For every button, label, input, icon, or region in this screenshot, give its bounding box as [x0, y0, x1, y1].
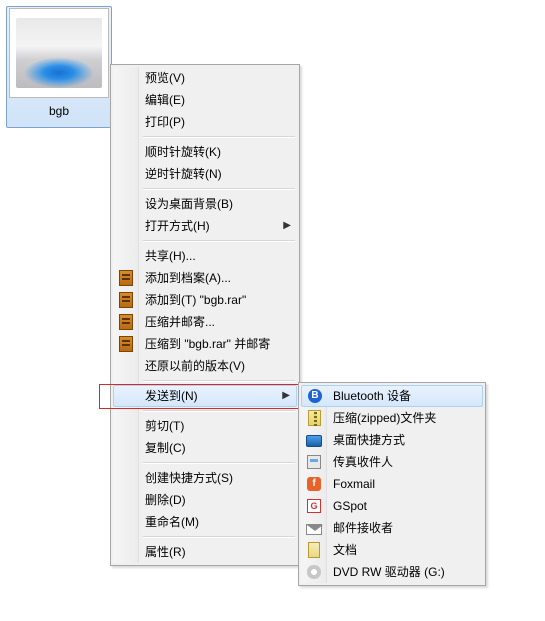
sendto-item-zip[interactable]: 压缩(zipped)文件夹	[301, 407, 483, 429]
menu-item-share[interactable]: 共享(H)...	[113, 245, 297, 267]
menu-separator	[143, 188, 295, 190]
menu-item-label: 属性(R)	[145, 545, 186, 559]
menu-item-label: 压缩(zipped)文件夹	[333, 411, 436, 425]
submenu-arrow-icon: ▶	[283, 215, 291, 237]
zip-icon	[305, 409, 323, 427]
menu-item-label: 共享(H)...	[145, 249, 196, 263]
sendto-item-fax[interactable]: 传真收件人	[301, 451, 483, 473]
menu-item-label: 复制(C)	[145, 441, 186, 455]
menu-item-label: 设为桌面背景(B)	[145, 197, 233, 211]
menu-item-label: 邮件接收者	[333, 521, 393, 535]
menu-item-shortcut[interactable]: 创建快捷方式(S)	[113, 467, 297, 489]
menu-item-rar-add-named[interactable]: 添加到(T) "bgb.rar"	[113, 289, 297, 311]
rar-icon	[117, 313, 135, 331]
menu-item-rar-add[interactable]: 添加到档案(A)...	[113, 267, 297, 289]
menu-separator	[143, 380, 295, 382]
menu-item-label: 剪切(T)	[145, 419, 184, 433]
rar-icon	[117, 291, 135, 309]
menu-item-label: 编辑(E)	[145, 93, 185, 107]
sendto-item-dvdrw[interactable]: DVD RW 驱动器 (G:)	[301, 561, 483, 583]
desk-icon	[305, 431, 323, 449]
sendto-item-gspot[interactable]: G GSpot	[301, 495, 483, 517]
menu-item-label: 文档	[333, 543, 357, 557]
menu-item-copy[interactable]: 复制(C)	[113, 437, 297, 459]
mail-icon	[305, 519, 323, 537]
menu-item-send-to[interactable]: 发送到(N) ▶	[113, 385, 297, 407]
rar-icon	[117, 269, 135, 287]
menu-item-label: 还原以前的版本(V)	[145, 359, 245, 373]
menu-item-label: 添加到(T) "bgb.rar"	[145, 293, 246, 307]
menu-item-label: 顺时针旋转(K)	[145, 145, 221, 159]
menu-item-label: 传真收件人	[333, 455, 393, 469]
menu-item-label: Bluetooth 设备	[333, 389, 411, 403]
menu-item-label: DVD RW 驱动器 (G:)	[333, 565, 445, 579]
rar-icon	[117, 335, 135, 353]
menu-item-rar-email-named[interactable]: 压缩到 "bgb.rar" 并邮寄	[113, 333, 297, 355]
menu-separator	[143, 536, 295, 538]
menu-item-label: 桌面快捷方式	[333, 433, 405, 447]
menu-item-label: 逆时针旋转(N)	[145, 167, 222, 181]
menu-item-label: 预览(V)	[145, 71, 185, 85]
menu-item-print[interactable]: 打印(P)	[113, 111, 297, 133]
menu-item-label: GSpot	[333, 499, 367, 513]
menu-item-rar-email[interactable]: 压缩并邮寄...	[113, 311, 297, 333]
menu-item-prev-versions[interactable]: 还原以前的版本(V)	[113, 355, 297, 377]
menu-item-properties[interactable]: 属性(R)	[113, 541, 297, 563]
menu-item-label: 压缩并邮寄...	[145, 315, 215, 329]
dvd-icon	[305, 563, 323, 581]
menu-separator	[143, 240, 295, 242]
menu-separator	[143, 136, 295, 138]
sendto-item-documents[interactable]: 文档	[301, 539, 483, 561]
submenu-arrow-icon: ▶	[282, 386, 290, 406]
menu-separator	[143, 410, 295, 412]
menu-item-label: Foxmail	[333, 477, 375, 491]
menu-item-label: 发送到(N)	[145, 389, 198, 403]
menu-item-label: 删除(D)	[145, 493, 186, 507]
menu-item-rename[interactable]: 重命名(M)	[113, 511, 297, 533]
gspot-icon: G	[305, 497, 323, 515]
menu-item-label: 压缩到 "bgb.rar" 并邮寄	[145, 337, 270, 351]
sendto-item-desktop[interactable]: 桌面快捷方式	[301, 429, 483, 451]
sendto-item-bluetooth[interactable]: B Bluetooth 设备	[301, 385, 483, 407]
fox-icon: f	[305, 475, 323, 493]
fax-icon	[305, 453, 323, 471]
file-thumbnail-frame	[9, 8, 109, 98]
menu-item-label: 打开方式(H)	[145, 219, 210, 233]
menu-item-set-wallpaper[interactable]: 设为桌面背景(B)	[113, 193, 297, 215]
menu-item-rotate-cw[interactable]: 顺时针旋转(K)	[113, 141, 297, 163]
menu-item-label: 打印(P)	[145, 115, 185, 129]
sendto-submenu: B Bluetooth 设备压缩(zipped)文件夹桌面快捷方式传真收件人 f Fo…	[298, 382, 486, 586]
doc-icon	[305, 541, 323, 559]
menu-item-label: 创建快捷方式(S)	[145, 471, 233, 485]
sendto-item-mail[interactable]: 邮件接收者	[301, 517, 483, 539]
sendto-item-foxmail[interactable]: f Foxmail	[301, 473, 483, 495]
menu-item-label: 重命名(M)	[145, 515, 199, 529]
menu-item-cut[interactable]: 剪切(T)	[113, 415, 297, 437]
menu-item-delete[interactable]: 删除(D)	[113, 489, 297, 511]
context-menu: 预览(V) 编辑(E) 打印(P) 顺时针旋转(K) 逆时针旋转(N) 设为桌面背景(B)…	[110, 64, 300, 566]
menu-item-label: 添加到档案(A)...	[145, 271, 231, 285]
file-item[interactable]: bgb	[8, 8, 110, 118]
menu-item-preview[interactable]: 预览(V)	[113, 67, 297, 89]
bt-icon: B	[306, 387, 324, 405]
file-label: bgb	[8, 104, 110, 118]
menu-item-open-with[interactable]: 打开方式(H) ▶	[113, 215, 297, 237]
menu-item-edit[interactable]: 编辑(E)	[113, 89, 297, 111]
menu-separator	[143, 462, 295, 464]
menu-item-rotate-ccw[interactable]: 逆时针旋转(N)	[113, 163, 297, 185]
file-thumbnail	[16, 18, 102, 88]
